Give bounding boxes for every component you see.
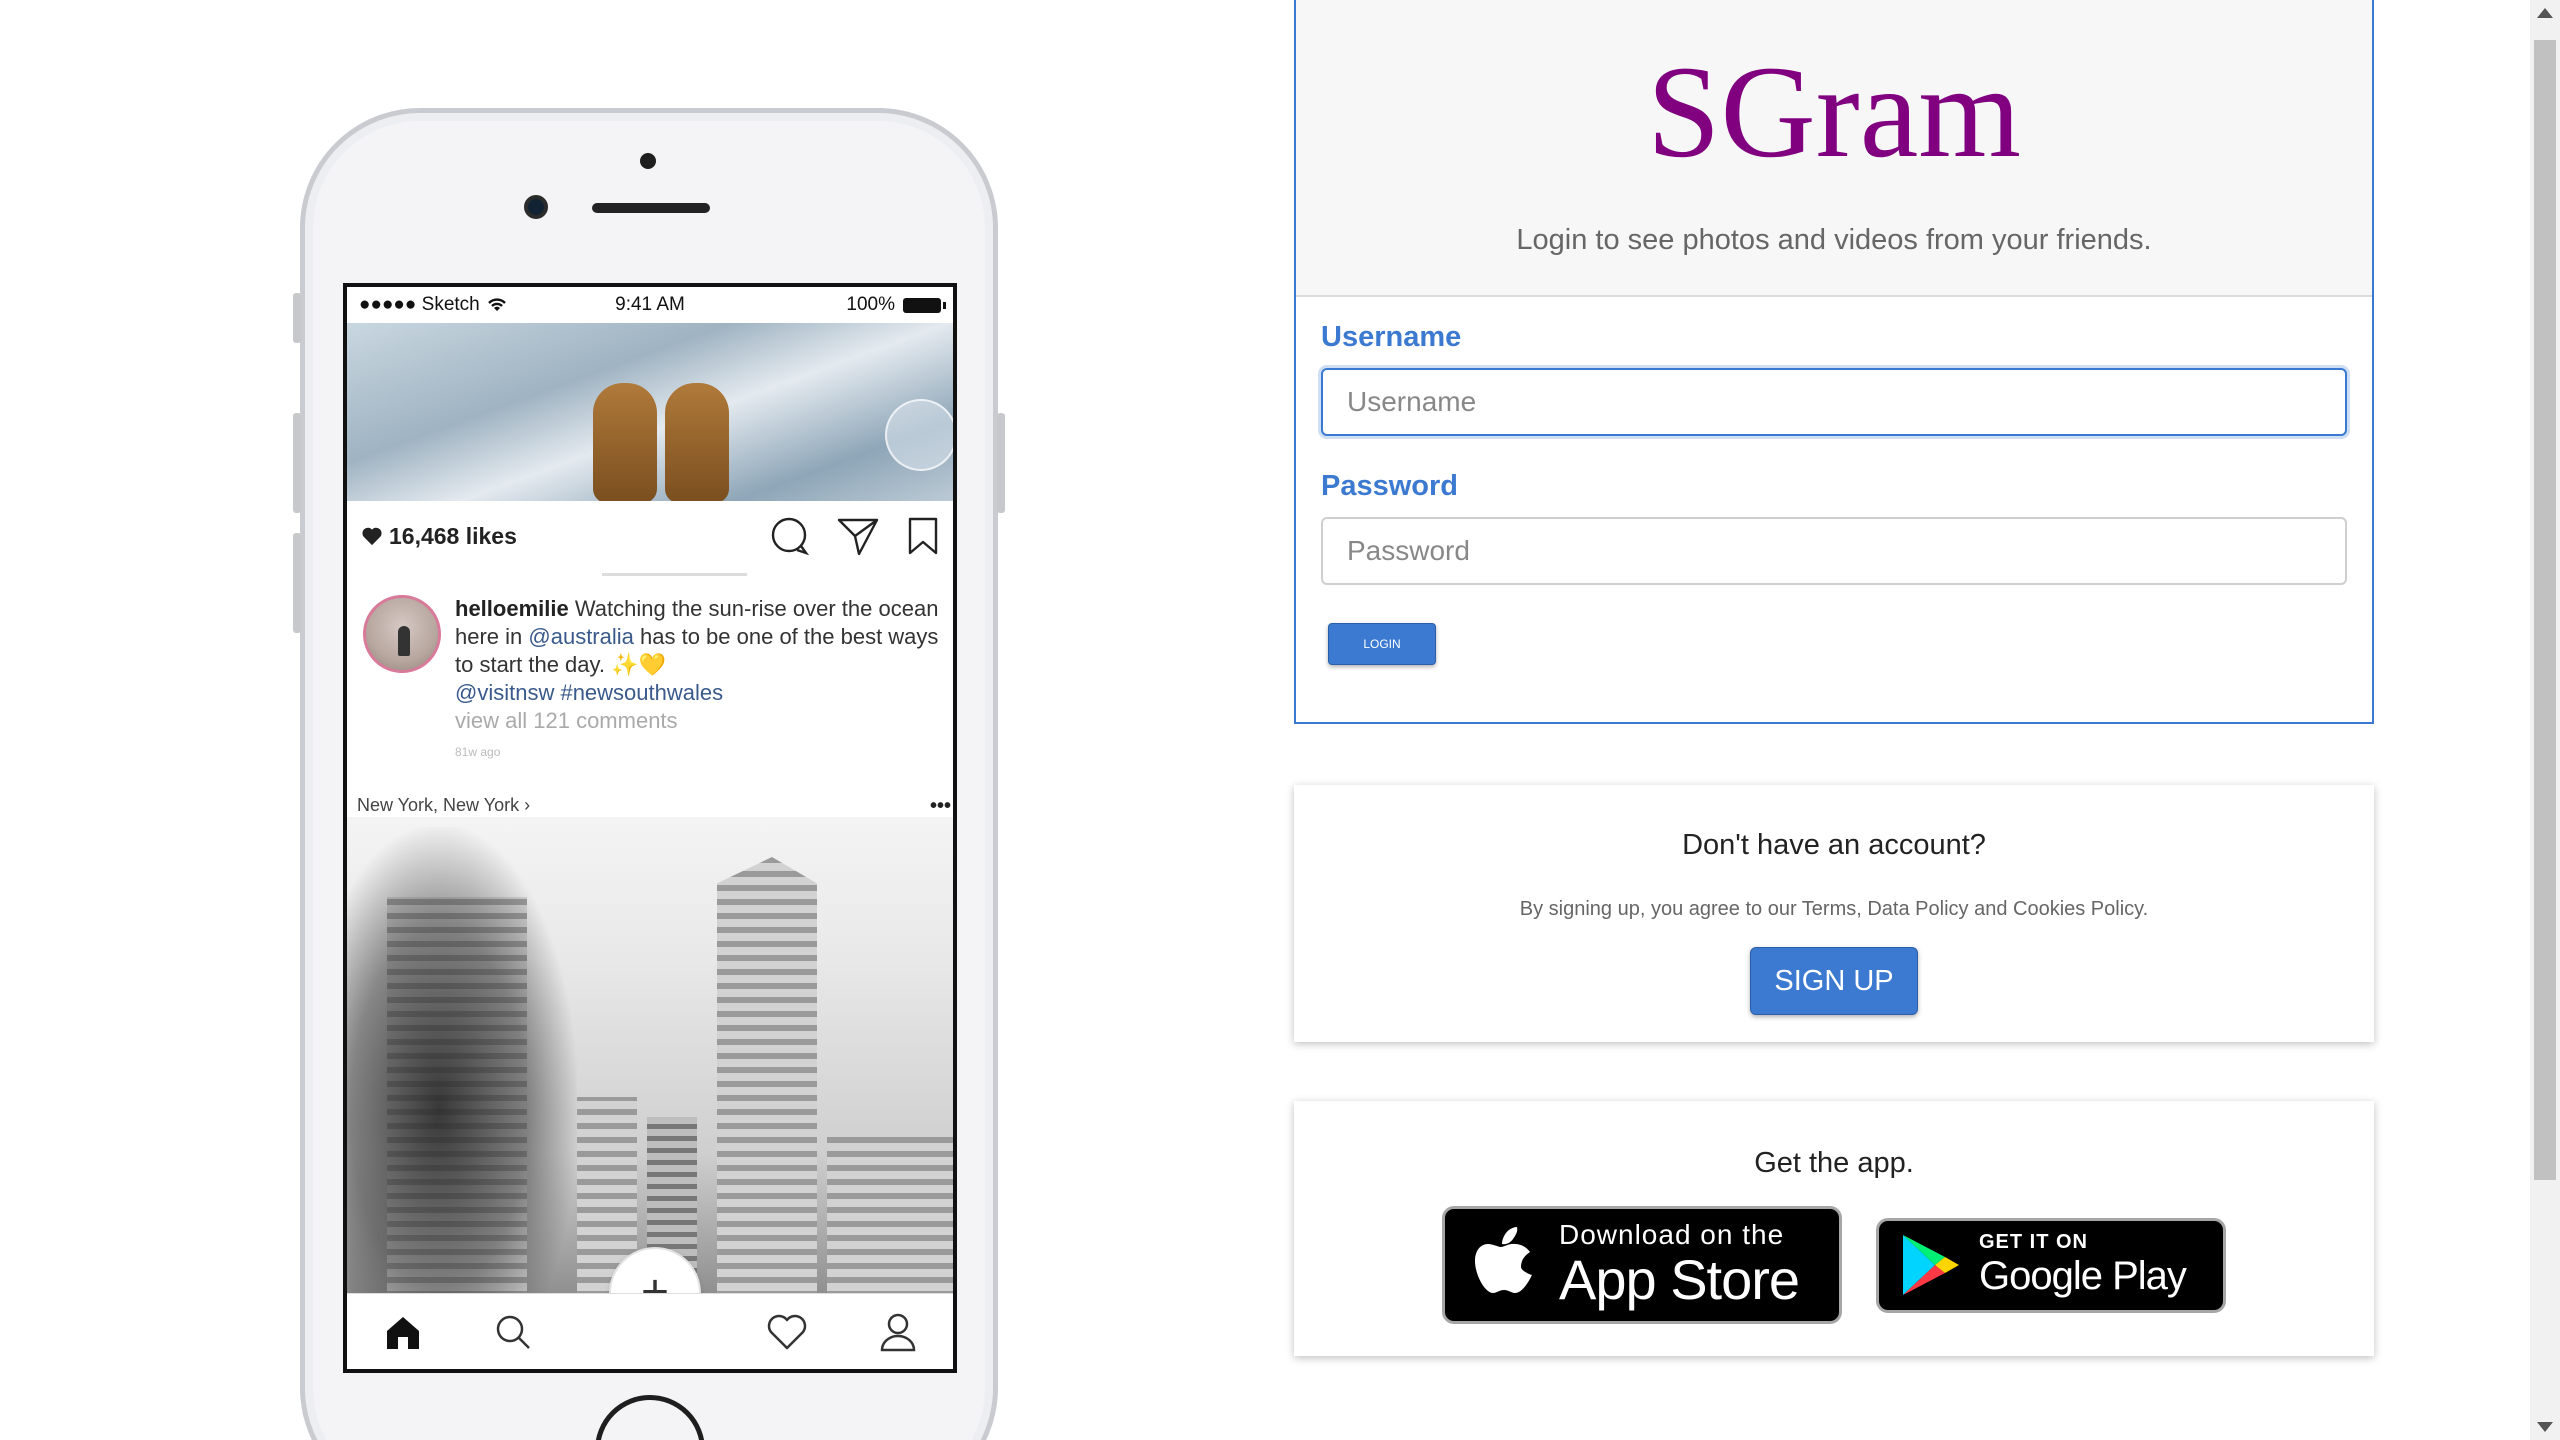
- post-username[interactable]: helloemilie: [455, 596, 569, 621]
- share-icon[interactable]: [837, 516, 879, 556]
- phone-screen: ●●●●● Sketch 9:41 AM 100% 16,468 likes h…: [343, 283, 957, 1373]
- login-card: SGram Login to see photos and videos fro…: [1294, 0, 2374, 724]
- login-form: Username Password LOGIN: [1296, 297, 2372, 689]
- phone-power-button: [997, 413, 1005, 513]
- appstore-big-text: App Store: [1559, 1248, 1800, 1311]
- phone-tab-bar: [347, 1293, 953, 1369]
- page-scrollbar[interactable]: [2530, 0, 2560, 1440]
- earpiece-speaker: [592, 203, 710, 213]
- app-store-badge[interactable]: Download on the App Store: [1442, 1206, 1842, 1324]
- post-timestamp: 81w ago: [455, 745, 501, 759]
- signup-card: Don't have an account? By signing up, yo…: [1294, 785, 2374, 1042]
- apple-logo-icon: [1475, 1227, 1532, 1293]
- scroll-up-arrow-icon[interactable]: [2537, 8, 2553, 18]
- password-label: Password: [1321, 470, 1458, 502]
- get-app-title: Get the app.: [1754, 1147, 1914, 1179]
- caption-tags[interactable]: @visitnsw #newsouthwales: [455, 680, 723, 705]
- flatiron-building: [717, 857, 817, 1297]
- view-comments-link[interactable]: view all 121 comments: [455, 708, 678, 733]
- login-header: SGram Login to see photos and videos fro…: [1296, 0, 2372, 297]
- building-right: [827, 1137, 953, 1297]
- brand-logo: SGram: [1647, 38, 2021, 185]
- avatar[interactable]: [363, 595, 441, 673]
- google-play-icon: [1903, 1235, 1959, 1295]
- login-button[interactable]: LOGIN: [1328, 623, 1436, 665]
- signup-terms: By signing up, you agree to our Terms, D…: [1519, 898, 2149, 920]
- chevron-right-icon: ›: [519, 795, 531, 815]
- scroll-down-arrow-icon[interactable]: [2537, 1422, 2553, 1432]
- post-photo-beach: [347, 323, 953, 501]
- phone-volume-up: [293, 413, 301, 513]
- beach-ball: [885, 399, 953, 471]
- username-label: Username: [1321, 321, 1462, 353]
- phone-home-button: [595, 1395, 705, 1440]
- page: ●●●●● Sketch 9:41 AM 100% 16,468 likes h…: [0, 0, 2560, 1440]
- phone-mockup: ●●●●● Sketch 9:41 AM 100% 16,468 likes h…: [293, 108, 1005, 1440]
- status-time: 9:41 AM: [615, 294, 685, 315]
- home-icon[interactable]: [383, 1313, 423, 1351]
- appstore-small-text: Download on the: [1559, 1219, 1785, 1250]
- profile-icon[interactable]: [879, 1312, 917, 1352]
- heart-filled-icon[interactable]: [361, 526, 383, 546]
- front-camera-icon: [524, 195, 548, 219]
- signup-title: Don't have an account?: [1682, 829, 1986, 861]
- likes-count: 16,468 likes: [389, 522, 517, 549]
- search-icon[interactable]: [494, 1313, 532, 1351]
- status-bar: ●●●●● Sketch 9:41 AM 100%: [347, 287, 953, 323]
- username-input[interactable]: [1321, 368, 2347, 436]
- googleplay-small-text: GET IT ON: [1979, 1231, 2088, 1253]
- comment-icon[interactable]: [769, 516, 809, 556]
- boot-right: [665, 383, 729, 501]
- post-actions: 16,468 likes: [347, 501, 953, 571]
- tree-branches: [347, 827, 577, 1297]
- bookmark-icon[interactable]: [907, 516, 939, 556]
- get-app-card: Get the app. Download on the App Store G…: [1294, 1101, 2374, 1356]
- google-play-badge[interactable]: GET IT ON Google Play: [1876, 1217, 2226, 1313]
- post-photo-city: [347, 817, 953, 1297]
- battery-icon: [903, 297, 946, 313]
- proximity-sensor-icon: [640, 153, 656, 169]
- more-options-icon[interactable]: •••: [930, 795, 951, 818]
- signup-button[interactable]: SIGN UP: [1750, 947, 1918, 1015]
- phone-volume-down: [293, 533, 301, 633]
- password-input[interactable]: [1321, 517, 2347, 585]
- boot-left: [593, 383, 657, 501]
- battery-percent: 100%: [846, 294, 895, 315]
- login-tagline: Login to see photos and videos from your…: [1516, 224, 2152, 256]
- carrier-label: ●●●●● Sketch: [359, 294, 480, 315]
- post-caption: helloemilie Watching the sun-rise over t…: [363, 595, 943, 763]
- post-location[interactable]: New York, New York: [357, 795, 519, 815]
- scrollbar-thumb[interactable]: [2534, 40, 2556, 1180]
- phone-mute-switch: [293, 293, 301, 343]
- heart-icon[interactable]: [766, 1313, 808, 1351]
- googleplay-big-text: Google Play: [1979, 1254, 2187, 1298]
- post-header: New York, New York › •••: [357, 795, 951, 818]
- wifi-icon: [487, 298, 506, 311]
- carousel-indicator: [602, 573, 747, 576]
- caption-mention[interactable]: @australia: [528, 624, 634, 649]
